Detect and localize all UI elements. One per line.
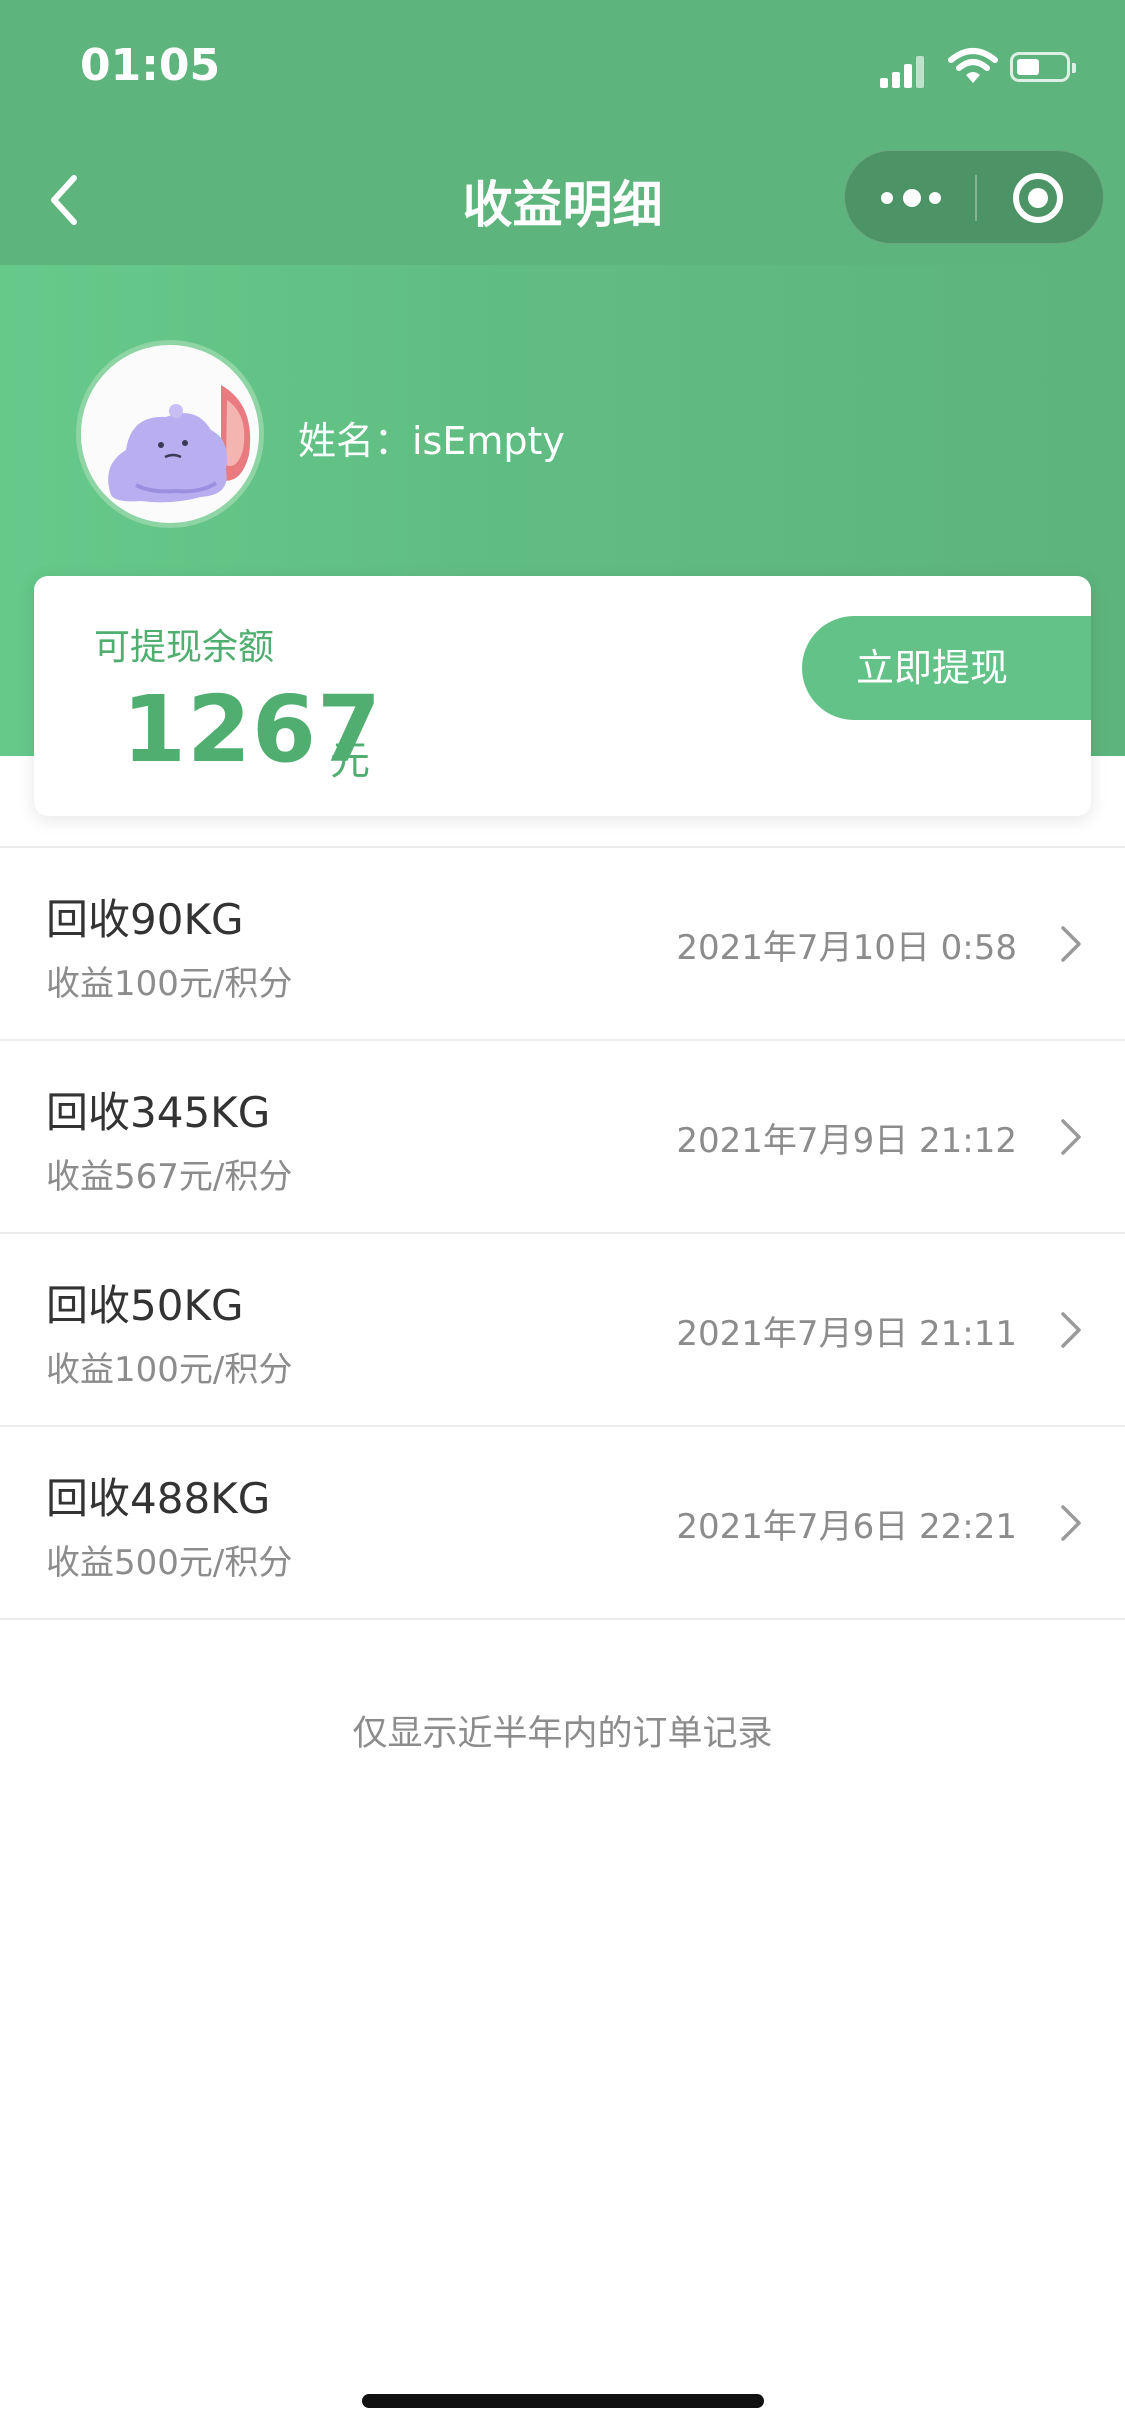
item-subtitle: 收益500元/积分	[46, 1543, 293, 1583]
balance-label: 可提现余额	[94, 627, 275, 668]
item-subtitle: 收益100元/积分	[46, 1350, 293, 1390]
item-time: 2021年7月9日 21:11	[676, 1314, 1017, 1354]
chevron-right-icon	[1061, 926, 1081, 962]
withdraw-button[interactable]: 立即提现	[802, 616, 1091, 720]
footer-note: 仅显示近半年内的订单记录	[352, 1714, 773, 1754]
list-item[interactable]: 回收90KG 收益100元/积分 2021年7月10日 0:58	[0, 848, 1125, 1041]
balance-card: 可提现余额 1267 元 立即提现	[34, 576, 1091, 816]
chevron-right-icon	[1061, 1312, 1081, 1348]
item-title: 回收345KG	[46, 1088, 271, 1137]
list-item[interactable]: 回收50KG 收益100元/积分 2021年7月9日 21:11	[0, 1234, 1125, 1427]
balance-unit: 元	[330, 738, 370, 784]
item-time: 2021年7月10日 0:58	[676, 928, 1017, 968]
user-name: 姓名：isEmpty	[298, 419, 565, 463]
list-item[interactable]: 回收345KG 收益567元/积分 2021年7月9日 21:12	[0, 1041, 1125, 1234]
avatar	[76, 340, 264, 528]
item-time: 2021年7月9日 21:12	[676, 1121, 1017, 1161]
status-time: 01:05	[80, 40, 221, 91]
close-mini-program-icon[interactable]	[1013, 173, 1063, 223]
home-indicator[interactable]	[362, 2394, 764, 2408]
item-time: 2021年7月6日 22:21	[676, 1507, 1017, 1547]
more-options-icon[interactable]	[881, 185, 941, 211]
battery-icon	[1010, 52, 1076, 82]
chevron-right-icon	[1061, 1505, 1081, 1541]
item-subtitle: 收益100元/积分	[46, 964, 293, 1004]
item-title: 回收50KG	[46, 1281, 244, 1330]
item-title: 回收90KG	[46, 895, 244, 944]
avatar-image	[81, 345, 259, 523]
chevron-right-icon	[1061, 1119, 1081, 1155]
mini-program-capsule	[844, 150, 1104, 244]
wifi-icon	[948, 48, 998, 83]
list-item[interactable]: 回收488KG 收益500元/积分 2021年7月6日 22:21	[0, 1427, 1125, 1620]
item-title: 回收488KG	[46, 1474, 271, 1523]
item-subtitle: 收益567元/积分	[46, 1157, 293, 1197]
earnings-list: 回收90KG 收益100元/积分 2021年7月10日 0:58 回收345KG…	[0, 846, 1125, 1620]
cellular-signal-icon	[880, 52, 932, 88]
capsule-divider	[975, 175, 977, 221]
